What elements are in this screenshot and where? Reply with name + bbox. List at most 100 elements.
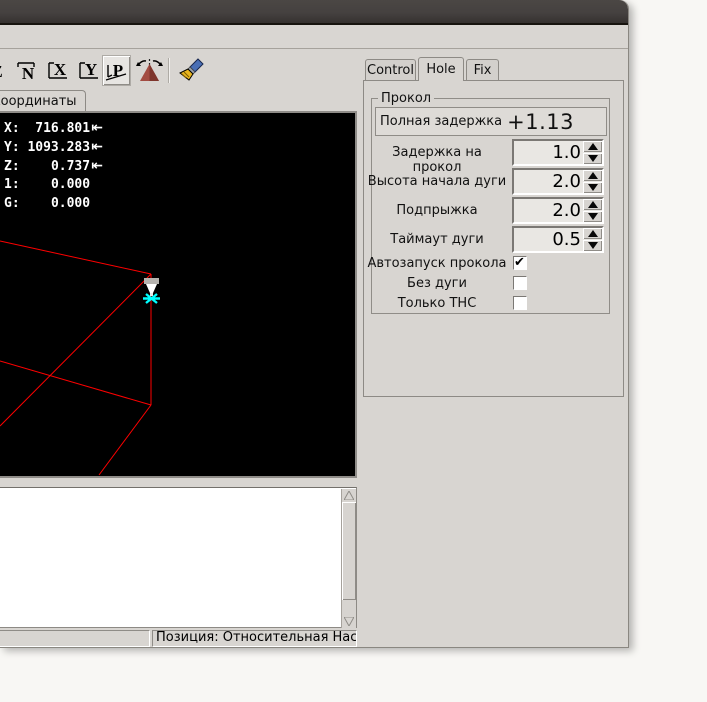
svg-text:X: X: [54, 60, 67, 79]
thc-only-label: Только THC: [397, 296, 477, 311]
toolbar-separator: [168, 58, 170, 83]
jump-height-increment-button[interactable]: [583, 199, 602, 210]
homed-arrow-icon: ⇤: [91, 158, 103, 174]
rotate-cone-icon: [135, 58, 163, 82]
view-x-icon: X: [48, 60, 67, 79]
view-y-button[interactable]: Y: [76, 56, 103, 85]
menu-bar: [0, 25, 628, 49]
status-file-box: [0, 630, 150, 647]
rotate-view-button[interactable]: [134, 56, 164, 85]
desktop: Z N X Y: [0, 0, 707, 702]
tab-fix-label: Fix: [473, 63, 492, 78]
arrow-up-icon: [587, 201, 598, 208]
tab-control[interactable]: Control: [365, 59, 416, 80]
total-delay-display: Полная задержка +1.13: [375, 107, 607, 136]
arc-start-height-spinbox[interactable]: 2.0: [512, 168, 604, 195]
jump-height-decrement-button[interactable]: [583, 211, 602, 222]
tab-fix[interactable]: Fix: [466, 59, 499, 80]
arc-timeout-value[interactable]: 0.5: [514, 228, 581, 251]
vertical-scrollbar[interactable]: [341, 489, 356, 628]
view-x-button[interactable]: X: [45, 56, 72, 85]
dro-axis-label: X:: [4, 121, 20, 136]
view-z-rotated-button[interactable]: N: [14, 56, 41, 85]
dro-axis-value: 1093.283: [27, 140, 91, 155]
auto-start-pierce-label: Автозапуск прокола: [367, 256, 507, 271]
dro-axis-value: 716.801: [35, 121, 91, 136]
pierce-delay-increment-button[interactable]: [583, 141, 602, 152]
dro-axis-value: 0.000: [50, 196, 91, 211]
jump-height-spinbox[interactable]: 2.0: [512, 197, 604, 224]
arrow-up-icon: [587, 230, 598, 237]
arc-timeout-increment-button[interactable]: [583, 228, 602, 239]
arrow-up-icon: [587, 172, 598, 179]
jump-height-label: Подпрыжка: [396, 203, 478, 218]
auto-start-pierce-checkbox[interactable]: ✔: [513, 255, 527, 270]
dro-axis-label: 1:: [4, 177, 20, 192]
arc-start-height-value[interactable]: 2.0: [514, 170, 581, 193]
arrow-down-icon: [587, 184, 598, 191]
tab-hole-label: Hole: [426, 62, 456, 77]
arc-start-height-label: Высота начала дуги: [367, 174, 507, 189]
scroll-down-icon: [344, 617, 354, 626]
status-position-box: Позиция: Относительная Настоящая: [152, 630, 357, 647]
pierce-delay-spinbox[interactable]: 1.0: [512, 139, 604, 166]
arc-timeout-spinbox[interactable]: 0.5: [512, 226, 604, 253]
checkmark-icon: ✔: [514, 255, 525, 270]
pierce-delay-value[interactable]: 1.0: [514, 141, 581, 164]
clear-plot-button[interactable]: [177, 56, 209, 85]
view-z-rotated-icon: N: [17, 61, 35, 83]
dro-row-1: 1: 0.000: [4, 177, 106, 196]
gcode-listing[interactable]: [0, 487, 357, 628]
dro-axis-label: Y:: [4, 140, 20, 155]
view-z-icon: Z: [0, 62, 2, 81]
arc-start-height-decrement-button[interactable]: [583, 182, 602, 193]
svg-text:Y: Y: [85, 60, 97, 79]
svg-text:Z: Z: [0, 62, 2, 81]
dro-readout: X: 716.801⇤ Y: 1093.283⇤ Z: 0.737⇤ 1: 0.000 …: [4, 120, 106, 215]
arc-start-height-increment-button[interactable]: [583, 170, 602, 181]
arrow-down-icon: [587, 242, 598, 249]
scrollbar-thumb[interactable]: [342, 502, 356, 600]
pierce-delay-label: Задержка на прокол: [392, 145, 482, 175]
dro-row-z: Z: 0.737⇤: [4, 158, 106, 177]
title-bar[interactable]: [0, 0, 628, 25]
preview-viewport[interactable]: X: 716.801⇤ Y: 1093.283⇤ Z: 0.737⇤ 1: 0.000 …: [0, 111, 357, 478]
tab-control-label: Control: [367, 63, 414, 78]
dro-row-x: X: 716.801⇤: [4, 120, 106, 139]
scroll-down-button[interactable]: [342, 615, 356, 628]
no-arc-checkbox[interactable]: [513, 276, 527, 290]
broom-icon: [179, 57, 204, 81]
view-y-icon: Y: [79, 60, 98, 79]
dro-axis-value: 0.737: [50, 159, 91, 174]
thc-only-checkbox[interactable]: [513, 296, 527, 310]
view-z-button[interactable]: Z: [0, 56, 8, 85]
arrow-down-icon: [587, 213, 598, 220]
dro-row-g: G: 0.000: [4, 196, 106, 215]
arrow-up-icon: [587, 143, 598, 150]
svg-text:N: N: [22, 64, 35, 83]
no-arc-label: Без дуги: [407, 276, 467, 291]
status-position-text: Позиция: Относительная Настоящая: [156, 630, 357, 645]
total-delay-label: Полная задержка: [380, 114, 503, 129]
pierce-delay-decrement-button[interactable]: [583, 153, 602, 164]
scroll-up-button[interactable]: [342, 489, 356, 502]
jump-height-value[interactable]: 2.0: [514, 199, 581, 222]
arc-timeout-decrement-button[interactable]: [583, 240, 602, 251]
view-p-button[interactable]: P: [103, 56, 130, 85]
dro-row-y: Y: 1093.283⇤: [4, 139, 106, 158]
dro-axis-label: Z:: [4, 159, 20, 174]
scroll-up-icon: [344, 491, 354, 500]
tool-cone-icon: [144, 278, 159, 296]
tab-hole[interactable]: Hole: [418, 57, 464, 81]
dro-axis-label: G:: [4, 196, 20, 211]
homed-arrow-icon: ⇤: [91, 139, 103, 155]
view-p-icon: P: [105, 61, 127, 81]
svg-text:P: P: [113, 61, 123, 80]
total-delay-value: +1.13: [507, 109, 574, 134]
app-window: Z N X Y: [0, 0, 629, 648]
tab-coordinates[interactable]: Координаты: [0, 90, 86, 113]
toolbar: Z N X Y: [0, 50, 360, 90]
tab-coordinates-label: Координаты: [0, 94, 77, 109]
homed-arrow-icon: ⇤: [91, 120, 103, 136]
arrow-down-icon: [587, 155, 598, 162]
